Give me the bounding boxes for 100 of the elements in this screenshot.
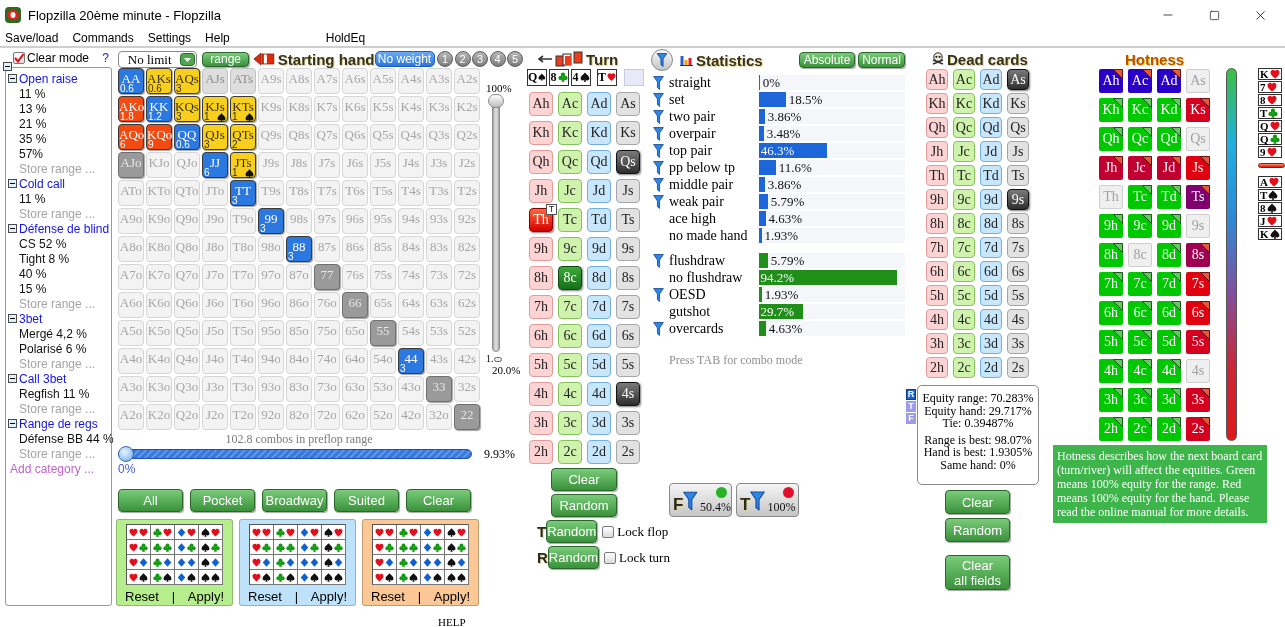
menu-item[interactable]: Save/load — [5, 32, 59, 44]
card-button[interactable]: Kc — [953, 93, 975, 114]
hand-cell[interactable]: ATo — [118, 180, 144, 206]
hand-cell[interactable]: T7s — [314, 180, 340, 206]
hand-cell[interactable]: 43s — [426, 348, 452, 374]
card-button[interactable]: Qs — [1007, 117, 1029, 138]
hand-cell[interactable]: 93s — [426, 208, 452, 234]
hand-cell[interactable]: A2s — [454, 68, 480, 94]
filter-button[interactable] — [651, 49, 673, 71]
card-button[interactable]: 2h — [926, 357, 948, 378]
card-button[interactable]: Th — [926, 165, 948, 186]
card-button[interactable]: 9s — [1007, 189, 1029, 210]
reset-link[interactable]: Reset — [371, 590, 405, 603]
hand-cell[interactable]: A9o — [118, 208, 144, 234]
hand-cell[interactable]: T5o — [230, 320, 256, 346]
card-button[interactable]: As — [1007, 69, 1029, 90]
hand-cell[interactable]: Q7o — [174, 264, 200, 290]
hand-cell[interactable]: 73o — [314, 376, 340, 402]
slider-thumb[interactable] — [118, 446, 134, 462]
hand-cell[interactable]: A3o — [118, 376, 144, 402]
card-button[interactable]: Kh — [926, 93, 948, 114]
card-button[interactable]: 4d — [980, 309, 1002, 330]
range-item[interactable]: Mergé 4,2 % — [19, 327, 88, 340]
suit-combo-toggle[interactable] — [175, 555, 199, 570]
card-button[interactable]: 3h — [529, 411, 553, 435]
card-button[interactable]: 5c — [953, 285, 975, 306]
weight-level-button[interactable]: 4 — [489, 51, 506, 67]
hand-cell[interactable]: ATs — [230, 68, 256, 94]
card-button[interactable]: 7c — [953, 237, 975, 258]
filter-icon[interactable] — [653, 92, 664, 107]
hand-cell[interactable]: 52s — [454, 320, 480, 346]
category-item[interactable]: Range de regs — [19, 417, 98, 430]
card-button[interactable]: 6c — [953, 261, 975, 282]
hand-cell[interactable]: KJo — [146, 152, 172, 178]
hand-cell[interactable]: A7o — [118, 264, 144, 290]
hand-cell[interactable]: QJo — [174, 152, 200, 178]
suit-combo-toggle[interactable] — [274, 540, 298, 555]
clear-button[interactable]: Clear — [945, 490, 1010, 514]
hand-cell[interactable]: Q4o — [174, 348, 200, 374]
hand-cell[interactable]: KJs 1 — [202, 96, 228, 122]
hand-cell[interactable]: Q2o — [174, 404, 200, 430]
store-range-item[interactable]: Store range ... — [19, 447, 96, 460]
checkbox[interactable] — [604, 551, 616, 564]
hand-cell[interactable]: A6s — [342, 68, 368, 94]
hand-cell[interactable]: K8o — [146, 236, 172, 262]
hand-cell[interactable]: J4s — [398, 152, 424, 178]
help-link[interactable]: HELP — [438, 616, 466, 627]
apply-link[interactable]: Apply! — [310, 590, 347, 603]
hand-cell[interactable]: K5o — [146, 320, 172, 346]
filter-icon[interactable] — [653, 143, 664, 158]
card-button[interactable]: Td — [587, 208, 611, 232]
range-item[interactable]: 57% — [19, 147, 44, 160]
random-button[interactable]: Random — [546, 520, 598, 543]
hand-cell[interactable]: QJs 3 — [202, 124, 228, 150]
card-button[interactable]: 9c — [558, 237, 582, 261]
card-button[interactable]: 7s — [1007, 237, 1029, 258]
hand-cell[interactable]: 44 3 — [398, 348, 424, 374]
hand-cell[interactable]: 85s — [370, 236, 396, 262]
hand-cell[interactable]: Q3s — [426, 124, 452, 150]
card-button[interactable]: 9s — [616, 237, 640, 261]
hand-cell[interactable]: QTo — [174, 180, 200, 206]
suit-combo-toggle[interactable] — [298, 555, 322, 570]
suit-combo-toggle[interactable] — [151, 525, 175, 540]
card-button[interactable]: Ac — [953, 69, 975, 90]
hand-cell[interactable]: T3s — [426, 180, 452, 206]
suit-combo-toggle[interactable] — [199, 540, 223, 555]
suit-combo-toggle[interactable] — [250, 540, 274, 555]
hand-cell[interactable]: J6o — [202, 292, 228, 318]
suit-combo-toggle[interactable] — [175, 540, 199, 555]
suit-combo-toggle[interactable] — [298, 525, 322, 540]
hand-cell[interactable]: J2o — [202, 404, 228, 430]
card-button[interactable]: Qc — [558, 150, 582, 174]
card-button[interactable]: 6d — [587, 324, 611, 348]
card-button[interactable]: 9d — [587, 237, 611, 261]
range-item[interactable]: Tight 8 % — [19, 252, 70, 265]
weight-level-button[interactable]: 5 — [507, 51, 523, 67]
card-button[interactable]: Kh — [529, 121, 553, 145]
hand-cell[interactable]: T9s — [258, 180, 284, 206]
card-button[interactable]: Js — [616, 179, 640, 203]
store-range-item[interactable]: Store range ... — [19, 297, 96, 310]
card-button[interactable]: 5h — [529, 353, 553, 377]
category-item[interactable]: 3bet — [19, 312, 43, 325]
card-button[interactable]: Ts — [1007, 165, 1029, 186]
hand-cell[interactable]: 53o — [370, 376, 396, 402]
hand-cell[interactable]: K6s — [342, 96, 368, 122]
hand-cell[interactable]: A9s — [258, 68, 284, 94]
card-button[interactable]: 3s — [616, 411, 640, 435]
mode-button[interactable]: Absolute — [799, 52, 855, 68]
category-item[interactable]: Défense de blind — [19, 222, 110, 235]
hand-cell[interactable]: J6s — [342, 152, 368, 178]
hand-cell[interactable]: 96o — [258, 292, 284, 318]
card-button[interactable]: 4s — [616, 382, 640, 406]
card-button[interactable]: Qd — [980, 117, 1002, 138]
suit-combo-toggle[interactable] — [151, 540, 175, 555]
card-button[interactable]: 8c — [953, 213, 975, 234]
hand-cell[interactable]: 92o — [258, 404, 284, 430]
equity-tab[interactable]: F — [906, 413, 916, 424]
hand-cell[interactable]: A4s — [398, 68, 424, 94]
card-button[interactable]: Td — [980, 165, 1002, 186]
card-button[interactable]: Ah — [926, 69, 948, 90]
